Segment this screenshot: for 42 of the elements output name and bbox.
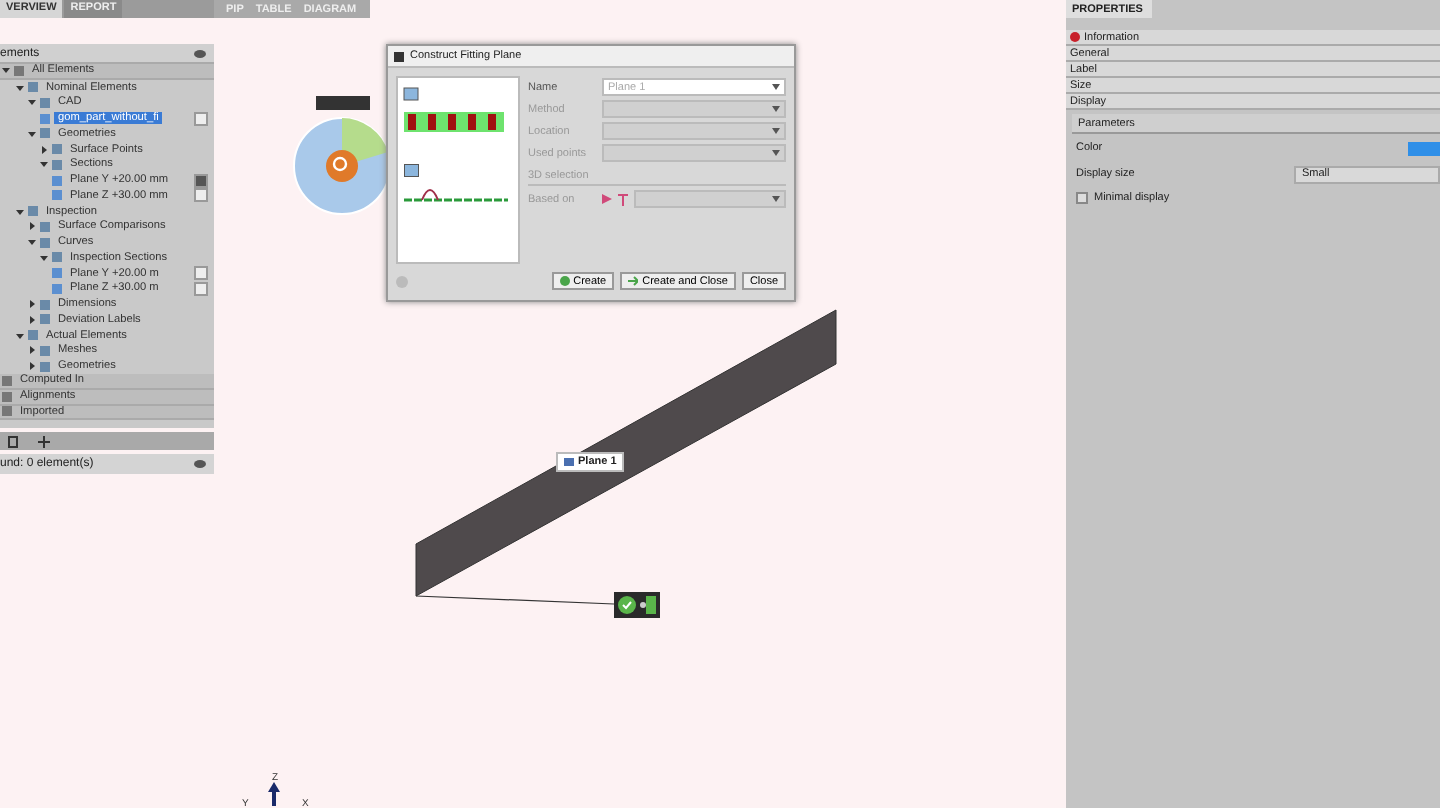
expanded-arrow-icon[interactable] <box>2 66 10 75</box>
collapsed-arrow-icon[interactable] <box>28 346 36 355</box>
collapsed-arrow-icon[interactable] <box>28 222 36 231</box>
dropdown-arrow-icon <box>772 128 780 134</box>
pin-icon[interactable] <box>618 193 628 205</box>
color-swatch[interactable] <box>1408 141 1440 155</box>
dropdown-arrow-icon <box>772 150 780 156</box>
expanded-arrow-icon[interactable] <box>28 238 36 247</box>
visibility-checkbox[interactable] <box>194 111 208 126</box>
expanded-arrow-icon[interactable] <box>28 98 36 107</box>
expanded-arrow-icon[interactable] <box>16 331 24 340</box>
curve-preview-drawing <box>404 164 508 208</box>
window-icon <box>394 51 404 61</box>
page-icon[interactable] <box>8 435 18 447</box>
plus-icon[interactable] <box>38 435 50 447</box>
collapsed-arrow-icon[interactable] <box>28 300 36 309</box>
collapsed-arrow-icon[interactable] <box>28 315 36 324</box>
eye-icon[interactable] <box>194 460 206 468</box>
expanded-arrow-icon[interactable] <box>16 83 24 92</box>
collapsed-arrow-icon[interactable] <box>28 362 36 371</box>
exit-icon[interactable] <box>640 596 656 614</box>
visibility-checkbox[interactable] <box>194 266 208 281</box>
visibility-checkbox[interactable] <box>194 173 208 188</box>
plane-icon <box>564 458 574 466</box>
info-icon <box>1070 32 1080 42</box>
dropdown-arrow-icon <box>772 84 780 90</box>
arrow-icon <box>628 276 639 286</box>
flag-icon[interactable] <box>602 194 612 204</box>
expanded-arrow-icon[interactable] <box>40 253 48 262</box>
expanded-arrow-icon[interactable] <box>28 129 36 138</box>
visibility-checkbox[interactable] <box>194 188 208 203</box>
eye-icon[interactable] <box>194 49 206 57</box>
radial-menu-drawing[interactable] <box>293 96 391 215</box>
expanded-arrow-icon[interactable] <box>16 207 24 216</box>
check-icon[interactable] <box>618 596 636 614</box>
dropdown-arrow-icon <box>772 196 780 202</box>
collapsed-arrow-icon[interactable] <box>40 145 48 154</box>
expanded-arrow-icon[interactable] <box>40 160 48 169</box>
check-icon <box>559 276 570 286</box>
checkbox[interactable] <box>1076 192 1088 204</box>
dropdown-arrow-icon <box>772 106 780 112</box>
visibility-checkbox[interactable] <box>194 281 208 296</box>
